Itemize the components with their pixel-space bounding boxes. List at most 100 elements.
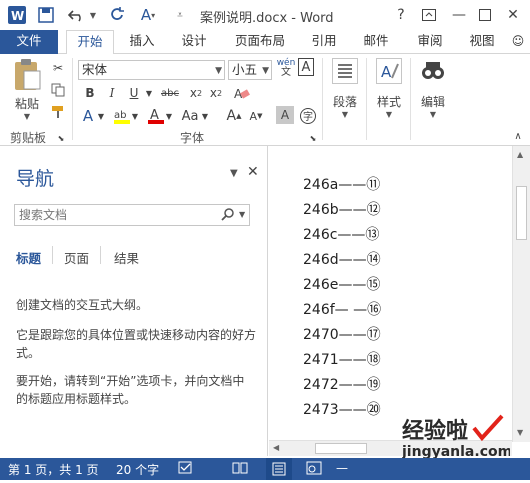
- save-icon[interactable]: [36, 5, 56, 25]
- enclose-characters-button[interactable]: 字: [298, 106, 318, 126]
- undo-dropdown-icon[interactable]: ▼: [88, 5, 98, 25]
- phonetic-guide-button[interactable]: wén 文: [276, 58, 296, 78]
- clipboard-group-label: 剪贴板: [10, 131, 47, 145]
- superscript-button[interactable]: x2: [206, 83, 226, 103]
- text-effects-dropdown-icon[interactable]: ▼: [96, 106, 106, 126]
- paste-dropdown-icon: ▼: [23, 112, 31, 121]
- scroll-thumb[interactable]: [516, 186, 527, 240]
- clipboard-launcher-icon[interactable]: ⬊: [56, 128, 66, 148]
- proofing-icon[interactable]: [178, 461, 194, 478]
- paste-button[interactable]: 粘贴 ▼: [8, 58, 46, 121]
- styles-button[interactable]: A 样式 ▼: [370, 58, 408, 119]
- ribbon-display-options-icon[interactable]: [418, 4, 440, 26]
- font-color-icon[interactable]: A ▾: [136, 5, 160, 25]
- styles-dropdown-icon: ▼: [385, 110, 393, 119]
- nav-tab-headings[interactable]: 标题: [16, 248, 41, 267]
- help-button[interactable]: ?: [390, 4, 412, 26]
- zoom-out-icon[interactable]: —: [336, 461, 348, 475]
- document-area[interactable]: 246a——⑪ 246b——⑫ 246c——⑬ 246d——⑭ 246e——⑮ …: [269, 146, 530, 456]
- grow-font-button[interactable]: A ▲: [224, 106, 244, 126]
- underline-button[interactable]: U: [124, 83, 144, 103]
- close-icon[interactable]: ✕: [502, 4, 524, 26]
- svg-text:经验啦: 经验啦: [402, 418, 468, 444]
- separator: [52, 246, 53, 264]
- doc-line: 2472——⑲: [303, 377, 381, 393]
- character-border-button[interactable]: A: [298, 58, 314, 76]
- change-case-dropdown-icon[interactable]: ▼: [200, 106, 210, 126]
- scroll-down-icon[interactable]: ▼: [517, 428, 523, 437]
- nav-options-icon[interactable]: ▼: [230, 168, 238, 179]
- word-logo-icon: W: [6, 5, 28, 25]
- print-layout-icon[interactable]: [266, 458, 292, 480]
- doc-line: 246d——⑭: [303, 252, 381, 268]
- cut-icon[interactable]: ✂: [48, 58, 68, 78]
- font-name-value: 宋体: [82, 62, 108, 77]
- undo-icon[interactable]: [66, 5, 88, 25]
- tab-layout[interactable]: 页面布局: [228, 30, 292, 54]
- web-layout-icon[interactable]: [306, 461, 322, 478]
- title-bar: W ▼ A ▾ ⩡ 案例说明.docx - Word ? — ✕: [0, 0, 530, 30]
- font-color-dropdown-icon[interactable]: ▼: [164, 106, 174, 126]
- font-group-label: 字体: [180, 131, 205, 145]
- search-input[interactable]: 搜索文档 ▼: [14, 204, 250, 226]
- scroll-up-icon[interactable]: ▲: [517, 150, 523, 159]
- nav-close-icon[interactable]: ✕: [247, 164, 259, 180]
- underline-dropdown-icon[interactable]: ▼: [144, 83, 154, 103]
- user-icon[interactable]: ☺: [508, 30, 528, 54]
- hscroll-thumb[interactable]: [315, 443, 367, 454]
- change-case-button[interactable]: Aa: [180, 106, 200, 126]
- tab-view[interactable]: 视图: [462, 30, 502, 54]
- highlight-button[interactable]: ab: [112, 106, 132, 126]
- strikethrough-button[interactable]: abc: [158, 83, 182, 103]
- font-name-dropdown-icon[interactable]: ▼: [215, 62, 222, 80]
- search-dropdown-icon[interactable]: ▼: [239, 205, 245, 225]
- paragraph-button[interactable]: 段落 ▼: [326, 58, 364, 119]
- maximize-icon[interactable]: [474, 4, 496, 26]
- font-name-box[interactable]: 宋体 ▼: [78, 60, 225, 80]
- separator: [72, 58, 73, 140]
- doc-line: 2470——⑰: [303, 327, 381, 343]
- paragraph-dropdown-icon: ▼: [341, 110, 349, 119]
- tab-mailings[interactable]: 邮件: [356, 30, 396, 54]
- read-mode-icon[interactable]: [232, 461, 248, 478]
- subscript-button[interactable]: x2: [186, 83, 206, 103]
- font-size-dropdown-icon[interactable]: ▼: [262, 62, 269, 80]
- tab-file[interactable]: 文件: [0, 30, 58, 54]
- separator: [100, 246, 101, 264]
- font-size-value: 小五: [232, 62, 258, 77]
- vertical-scrollbar[interactable]: ▲ ▼: [512, 146, 530, 442]
- clear-formatting-icon[interactable]: A: [232, 83, 252, 103]
- nav-tab-pages[interactable]: 页面: [64, 248, 89, 267]
- collapse-ribbon-icon[interactable]: ∧: [508, 126, 528, 146]
- minimize-icon[interactable]: —: [448, 4, 470, 26]
- character-shading-button[interactable]: A: [276, 106, 294, 124]
- format-painter-icon[interactable]: [48, 102, 68, 122]
- tab-design[interactable]: 设计: [174, 30, 214, 54]
- text-effects-button[interactable]: A: [78, 106, 98, 126]
- page-count[interactable]: 第 1 页，共 1 页: [8, 461, 99, 478]
- scroll-left-icon[interactable]: ◀: [273, 443, 279, 452]
- navigation-pane: 导航 ▼ ✕ 搜索文档 ▼ 标题 页面 结果 创建文档的交互式大纲。 它是跟踪您…: [0, 146, 268, 456]
- editing-label: 编辑: [420, 95, 445, 109]
- search-icon[interactable]: [221, 205, 235, 228]
- tab-insert[interactable]: 插入: [122, 30, 162, 54]
- font-launcher-icon[interactable]: ⬊: [308, 128, 318, 148]
- editing-button[interactable]: 编辑 ▼: [414, 58, 452, 119]
- redo-icon[interactable]: [106, 5, 128, 25]
- tab-references[interactable]: 引用: [304, 30, 344, 54]
- font-color-button[interactable]: A: [146, 106, 166, 126]
- svg-text:W: W: [11, 9, 24, 23]
- highlight-dropdown-icon[interactable]: ▼: [130, 106, 140, 126]
- doc-line: 2471——⑱: [303, 352, 381, 368]
- copy-icon[interactable]: [48, 80, 68, 100]
- bold-button[interactable]: B: [80, 83, 100, 103]
- customize-icon[interactable]: ⩡: [172, 5, 188, 25]
- tab-review[interactable]: 审阅: [410, 30, 450, 54]
- svg-text:A: A: [381, 63, 392, 81]
- font-size-box[interactable]: 小五 ▼: [228, 60, 272, 80]
- nav-tab-results[interactable]: 结果: [114, 248, 139, 267]
- italic-button[interactable]: I: [102, 83, 122, 103]
- shrink-font-button[interactable]: A ▼: [246, 106, 266, 126]
- word-count[interactable]: 20 个字: [116, 461, 159, 478]
- tab-home[interactable]: 开始: [66, 30, 114, 55]
